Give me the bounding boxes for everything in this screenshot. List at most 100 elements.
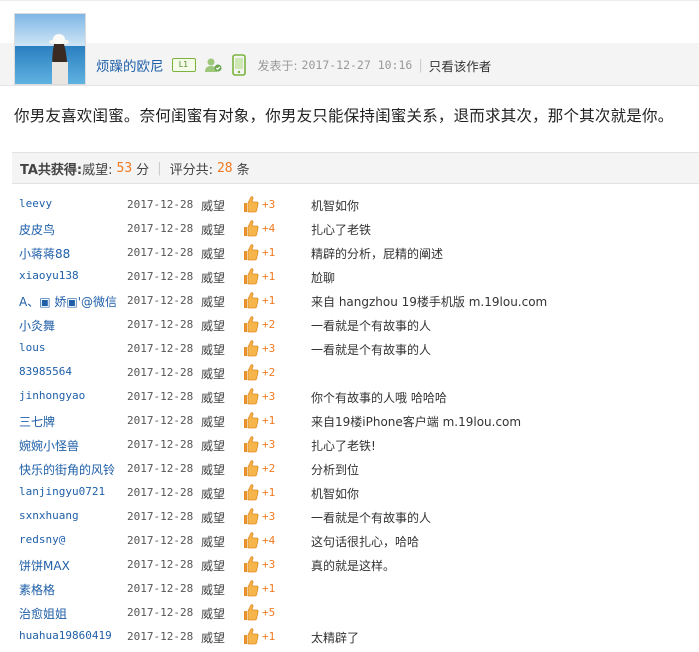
rating-date: 2017-12-28 bbox=[127, 558, 194, 571]
mobile-phone-icon[interactable] bbox=[231, 54, 246, 76]
user-verified-icon[interactable] bbox=[204, 57, 222, 73]
rating-row: leevy 2017-12-28 威望 +3 机智如你 bbox=[12, 193, 699, 217]
thumbs-up-icon bbox=[242, 291, 259, 312]
thumbs-up-icon bbox=[242, 411, 259, 432]
thumbs-up-icon bbox=[242, 315, 259, 336]
rater-name-link[interactable]: jinhongyao bbox=[19, 389, 85, 402]
rater-name-link[interactable]: huahua19860419 bbox=[19, 629, 112, 642]
rating-date: 2017-12-28 bbox=[127, 366, 194, 379]
thumbs-up-icon bbox=[242, 243, 259, 264]
rating-type: 威望 bbox=[201, 463, 226, 477]
rating-row: 快乐的街角的风铃 2017-12-28 威望 +2 分析到位 bbox=[12, 457, 699, 481]
rater-name-link[interactable]: lanjingyu0721 bbox=[19, 485, 105, 498]
rating-type: 威望 bbox=[201, 511, 226, 525]
rater-name-link[interactable]: 三七牌 bbox=[19, 413, 55, 430]
rating-date: 2017-12-28 bbox=[127, 582, 194, 595]
rating-type: 威望 bbox=[201, 271, 226, 285]
rating-type: 威望 bbox=[201, 535, 226, 549]
rating-type-label: 威望: bbox=[82, 162, 113, 178]
rating-date: 2017-12-28 bbox=[127, 438, 194, 451]
rating-score: +3 bbox=[262, 342, 276, 355]
rating-row: lous 2017-12-28 威望 +3 一看就是个有故事的人 bbox=[12, 337, 699, 361]
avatar-image bbox=[15, 14, 85, 84]
rating-score: +3 bbox=[262, 558, 276, 571]
posted-time: 2017-12-27 10:16 bbox=[301, 58, 413, 72]
rater-name-link[interactable]: 小蒋蒋88 bbox=[19, 245, 70, 262]
rating-points: 53 bbox=[116, 160, 133, 176]
thumbs-up-icon bbox=[242, 267, 259, 288]
rater-name-link[interactable]: 快乐的街角的风铃 bbox=[19, 461, 115, 478]
thumbs-up-icon bbox=[242, 507, 259, 528]
rating-date: 2017-12-28 bbox=[127, 270, 194, 283]
rater-name-link[interactable]: redsny@ bbox=[19, 533, 65, 546]
rating-reason: 这句话很扎心，哈哈 bbox=[311, 535, 420, 549]
author-info: 烦躁的欧尼 L1 发表于: 2017-12-27 10:16 | 只看该作者 bbox=[96, 53, 491, 77]
rating-score: +1 bbox=[262, 582, 276, 595]
post-content: 你男友喜欢闺蜜。奈何闺蜜有对象，你男友只能保持闺蜜关系，退而求其次，那个其次就是… bbox=[14, 107, 674, 125]
separator: | bbox=[157, 160, 162, 176]
rater-name-link[interactable]: xiaoyu138 bbox=[19, 269, 79, 282]
rating-type: 威望 bbox=[201, 631, 226, 645]
rating-type: 威望 bbox=[201, 559, 226, 573]
rating-reason: 来自19楼iPhone客户端 m.19lou.com bbox=[311, 415, 522, 429]
rating-row: A、▣ 娇▣'@微信 2017-12-28 威望 +1 来自 hangzhou 19楼手… bbox=[12, 289, 699, 313]
rating-date: 2017-12-28 bbox=[127, 510, 194, 523]
rater-name-link[interactable]: 治愈姐姐 bbox=[19, 605, 67, 622]
thumbs-up-icon bbox=[242, 555, 259, 576]
rating-type: 威望 bbox=[201, 223, 226, 237]
thumbs-up-icon bbox=[242, 387, 259, 408]
rater-name-link[interactable]: 皮皮鸟 bbox=[19, 221, 55, 238]
rater-name-link[interactable]: A、▣ 娇▣'@微信 bbox=[19, 293, 117, 310]
author-name-link[interactable]: 烦躁的欧尼 bbox=[96, 55, 164, 75]
rating-type: 威望 bbox=[201, 439, 226, 453]
rating-type: 威望 bbox=[201, 583, 226, 597]
rating-type: 威望 bbox=[201, 391, 226, 405]
rating-reason: 机智如你 bbox=[311, 487, 360, 501]
rating-row: 皮皮鸟 2017-12-28 威望 +4 扎心了老铁 bbox=[12, 217, 699, 241]
rating-score: +5 bbox=[262, 606, 276, 619]
rating-row: 小蒋蒋88 2017-12-28 威望 +1 精辟的分析，屁精的阐述 bbox=[12, 241, 699, 265]
rater-name-link[interactable]: leevy bbox=[19, 197, 52, 210]
rater-name-link[interactable]: sxnxhuang bbox=[19, 509, 79, 522]
rating-row: sxnxhuang 2017-12-28 威望 +3 一看就是个有故事的人 bbox=[12, 505, 699, 529]
rating-type: 威望 bbox=[201, 367, 226, 381]
only-author-link[interactable]: 只看该作者 bbox=[429, 56, 492, 75]
rating-reason: 分析到位 bbox=[311, 463, 360, 477]
rating-reason: 一看就是个有故事的人 bbox=[311, 511, 432, 525]
rating-row: 饼饼MAX 2017-12-28 威望 +3 真的就是这样。 bbox=[12, 553, 699, 577]
thumbs-up-icon bbox=[242, 195, 259, 216]
rater-name-link[interactable]: lous bbox=[19, 341, 46, 354]
rater-name-link[interactable]: 素格格 bbox=[19, 581, 55, 598]
avatar[interactable] bbox=[14, 13, 86, 85]
rater-name-link[interactable]: 小灸舞 bbox=[19, 317, 55, 334]
rating-row: huahua19860419 2017-12-28 威望 +1 太精辟了 bbox=[12, 625, 699, 649]
rating-row: 小灸舞 2017-12-28 威望 +2 一看就是个有故事的人 bbox=[12, 313, 699, 337]
thumbs-up-icon bbox=[242, 339, 259, 360]
rating-date: 2017-12-28 bbox=[127, 198, 194, 211]
rating-row: 素格格 2017-12-28 威望 +1 bbox=[12, 577, 699, 601]
rating-row: 治愈姐姐 2017-12-28 威望 +5 bbox=[12, 601, 699, 625]
rating-score: +2 bbox=[262, 366, 276, 379]
rating-reason: 一看就是个有故事的人 bbox=[311, 319, 432, 333]
rating-reason: 真的就是这样。 bbox=[311, 559, 396, 573]
rating-type: 威望 bbox=[201, 295, 226, 309]
rating-row: jinhongyao 2017-12-28 威望 +3 你个有故事的人哦 哈哈哈 bbox=[12, 385, 699, 409]
rating-reason: 来自 hangzhou 19楼手机版 m.19lou.com bbox=[311, 295, 548, 309]
rating-score: +1 bbox=[262, 486, 276, 499]
rating-reason: 一看就是个有故事的人 bbox=[311, 343, 432, 357]
level-badge: L1 bbox=[171, 58, 196, 72]
rater-name-link[interactable]: 83985564 bbox=[19, 365, 72, 378]
thumbs-up-icon bbox=[242, 579, 259, 600]
rating-type: 威望 bbox=[201, 487, 226, 501]
rater-name-link[interactable]: 饼饼MAX bbox=[19, 557, 70, 574]
rating-points-unit: 分 bbox=[136, 162, 150, 178]
rating-score: +2 bbox=[262, 318, 276, 331]
rating-row: 83985564 2017-12-28 威望 +2 bbox=[12, 361, 699, 385]
rating-date: 2017-12-28 bbox=[127, 318, 194, 331]
rating-score: +1 bbox=[262, 270, 276, 283]
thumbs-up-icon bbox=[242, 459, 259, 480]
rating-date: 2017-12-28 bbox=[127, 342, 194, 355]
rating-row: 三七牌 2017-12-28 威望 +1 来自19楼iPhone客户端 m.19lou.… bbox=[12, 409, 699, 433]
thumbs-up-icon bbox=[242, 435, 259, 456]
rater-name-link[interactable]: 婉婉小怪兽 bbox=[19, 437, 79, 454]
